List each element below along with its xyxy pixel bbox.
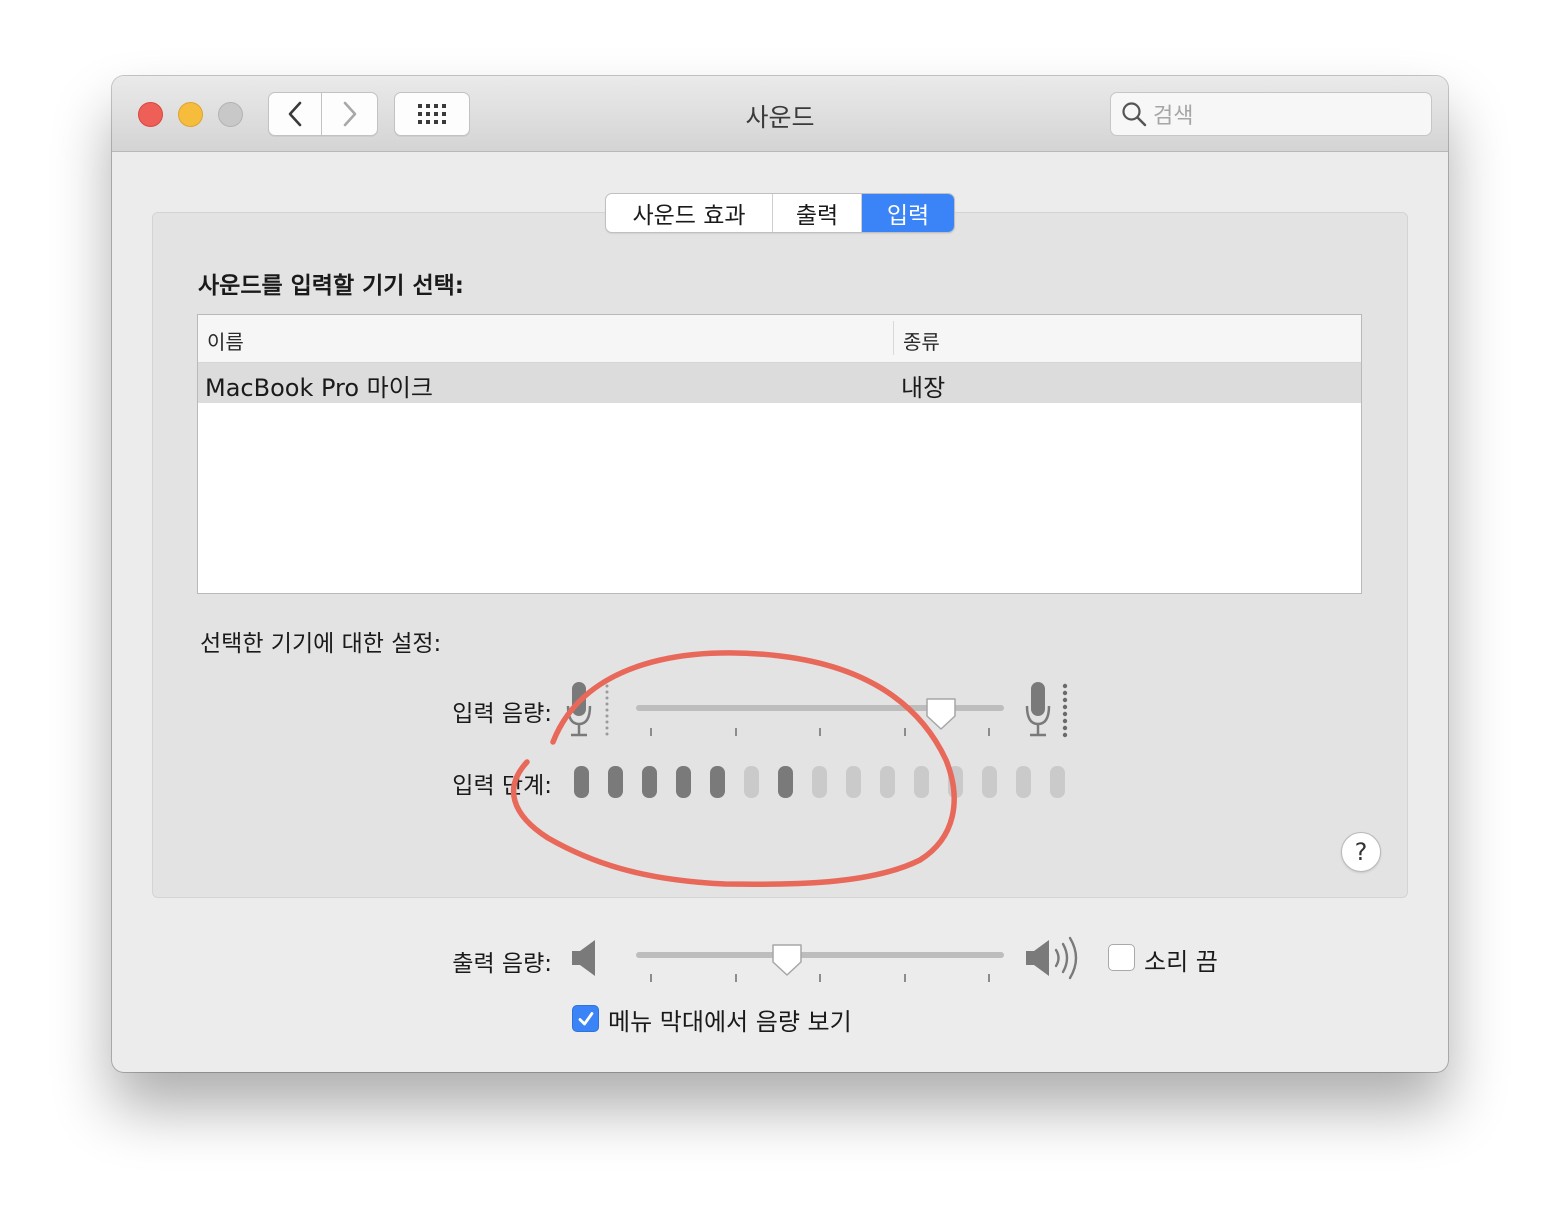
level-segment xyxy=(676,766,691,798)
mute-checkbox[interactable] xyxy=(1108,944,1135,971)
level-segment xyxy=(1016,766,1031,798)
slider-tick xyxy=(988,728,990,736)
level-segment xyxy=(574,766,589,798)
checkmark-icon xyxy=(578,1011,593,1025)
slider-tick xyxy=(988,974,990,982)
column-header-name[interactable]: 이름 xyxy=(207,326,244,355)
column-header-type[interactable]: 종류 xyxy=(903,326,940,355)
search-placeholder: 검색 xyxy=(1153,104,1194,129)
slider-tick xyxy=(650,974,652,982)
input-device-table[interactable]: 이름 종류 MacBook Pro 마이크 내장 xyxy=(197,314,1362,594)
output-volume-label: 출력 음량: xyxy=(452,951,552,977)
level-segment xyxy=(710,766,725,798)
tab-sound-effects[interactable]: 사운드 효과 xyxy=(606,194,773,232)
level-segment xyxy=(642,766,657,798)
search-icon xyxy=(1122,102,1147,127)
level-segment xyxy=(846,766,861,798)
level-segment xyxy=(914,766,929,798)
input-volume-label: 입력 음량: xyxy=(452,701,552,727)
device-type-cell: 내장 xyxy=(901,374,946,402)
speaker-low-icon xyxy=(572,940,595,976)
show-volume-in-menubar-checkbox[interactable] xyxy=(572,1005,599,1032)
table-row[interactable]: MacBook Pro 마이크 내장 xyxy=(198,363,1361,403)
mute-label: 소리 끔 xyxy=(1144,948,1218,976)
level-segment xyxy=(1050,766,1065,798)
device-select-heading: 사운드를 입력할 기기 선택: xyxy=(198,273,464,299)
level-segment xyxy=(982,766,997,798)
speaker-high-icon xyxy=(1026,936,1078,980)
level-segment xyxy=(778,766,793,798)
level-segment xyxy=(880,766,895,798)
slider-tick xyxy=(650,728,652,736)
level-segment xyxy=(744,766,759,798)
slider-tick xyxy=(735,728,737,736)
microphone-low-icon xyxy=(566,682,609,737)
table-header: 이름 종류 xyxy=(198,315,1361,363)
input-volume-thumb[interactable] xyxy=(924,696,958,732)
input-level-label: 입력 단계: xyxy=(452,773,552,799)
tab-input[interactable]: 입력 xyxy=(862,194,954,232)
question-icon: ? xyxy=(1354,838,1368,866)
slider-tick xyxy=(819,728,821,736)
tab-bar: 사운드 효과 출력 입력 xyxy=(605,193,955,233)
output-volume-thumb[interactable] xyxy=(770,942,804,978)
slider-tick xyxy=(819,974,821,982)
device-name-cell: MacBook Pro 마이크 xyxy=(205,374,433,402)
microphone-high-icon xyxy=(1025,682,1068,738)
help-button[interactable]: ? xyxy=(1341,832,1381,872)
tab-output[interactable]: 출력 xyxy=(773,194,862,232)
search-field[interactable]: 검색 xyxy=(1110,92,1432,136)
slider-tick xyxy=(904,974,906,982)
device-settings-label: 선택한 기기에 대한 설정: xyxy=(200,631,442,657)
level-segment xyxy=(608,766,623,798)
show-volume-in-menubar-label: 메뉴 막대에서 음량 보기 xyxy=(608,1008,852,1036)
level-segment xyxy=(812,766,827,798)
output-volume-slider[interactable] xyxy=(636,952,1004,958)
title-bar: 사운드 검색 xyxy=(112,76,1448,152)
slider-tick xyxy=(735,974,737,982)
slider-tick xyxy=(904,728,906,736)
column-divider xyxy=(893,321,894,355)
level-segment xyxy=(948,766,963,798)
sound-preferences-window: 사운드 검색 사운드 효과 출력 입력 사운드를 입력할 기기 선택: 이름 종… xyxy=(112,76,1448,1072)
